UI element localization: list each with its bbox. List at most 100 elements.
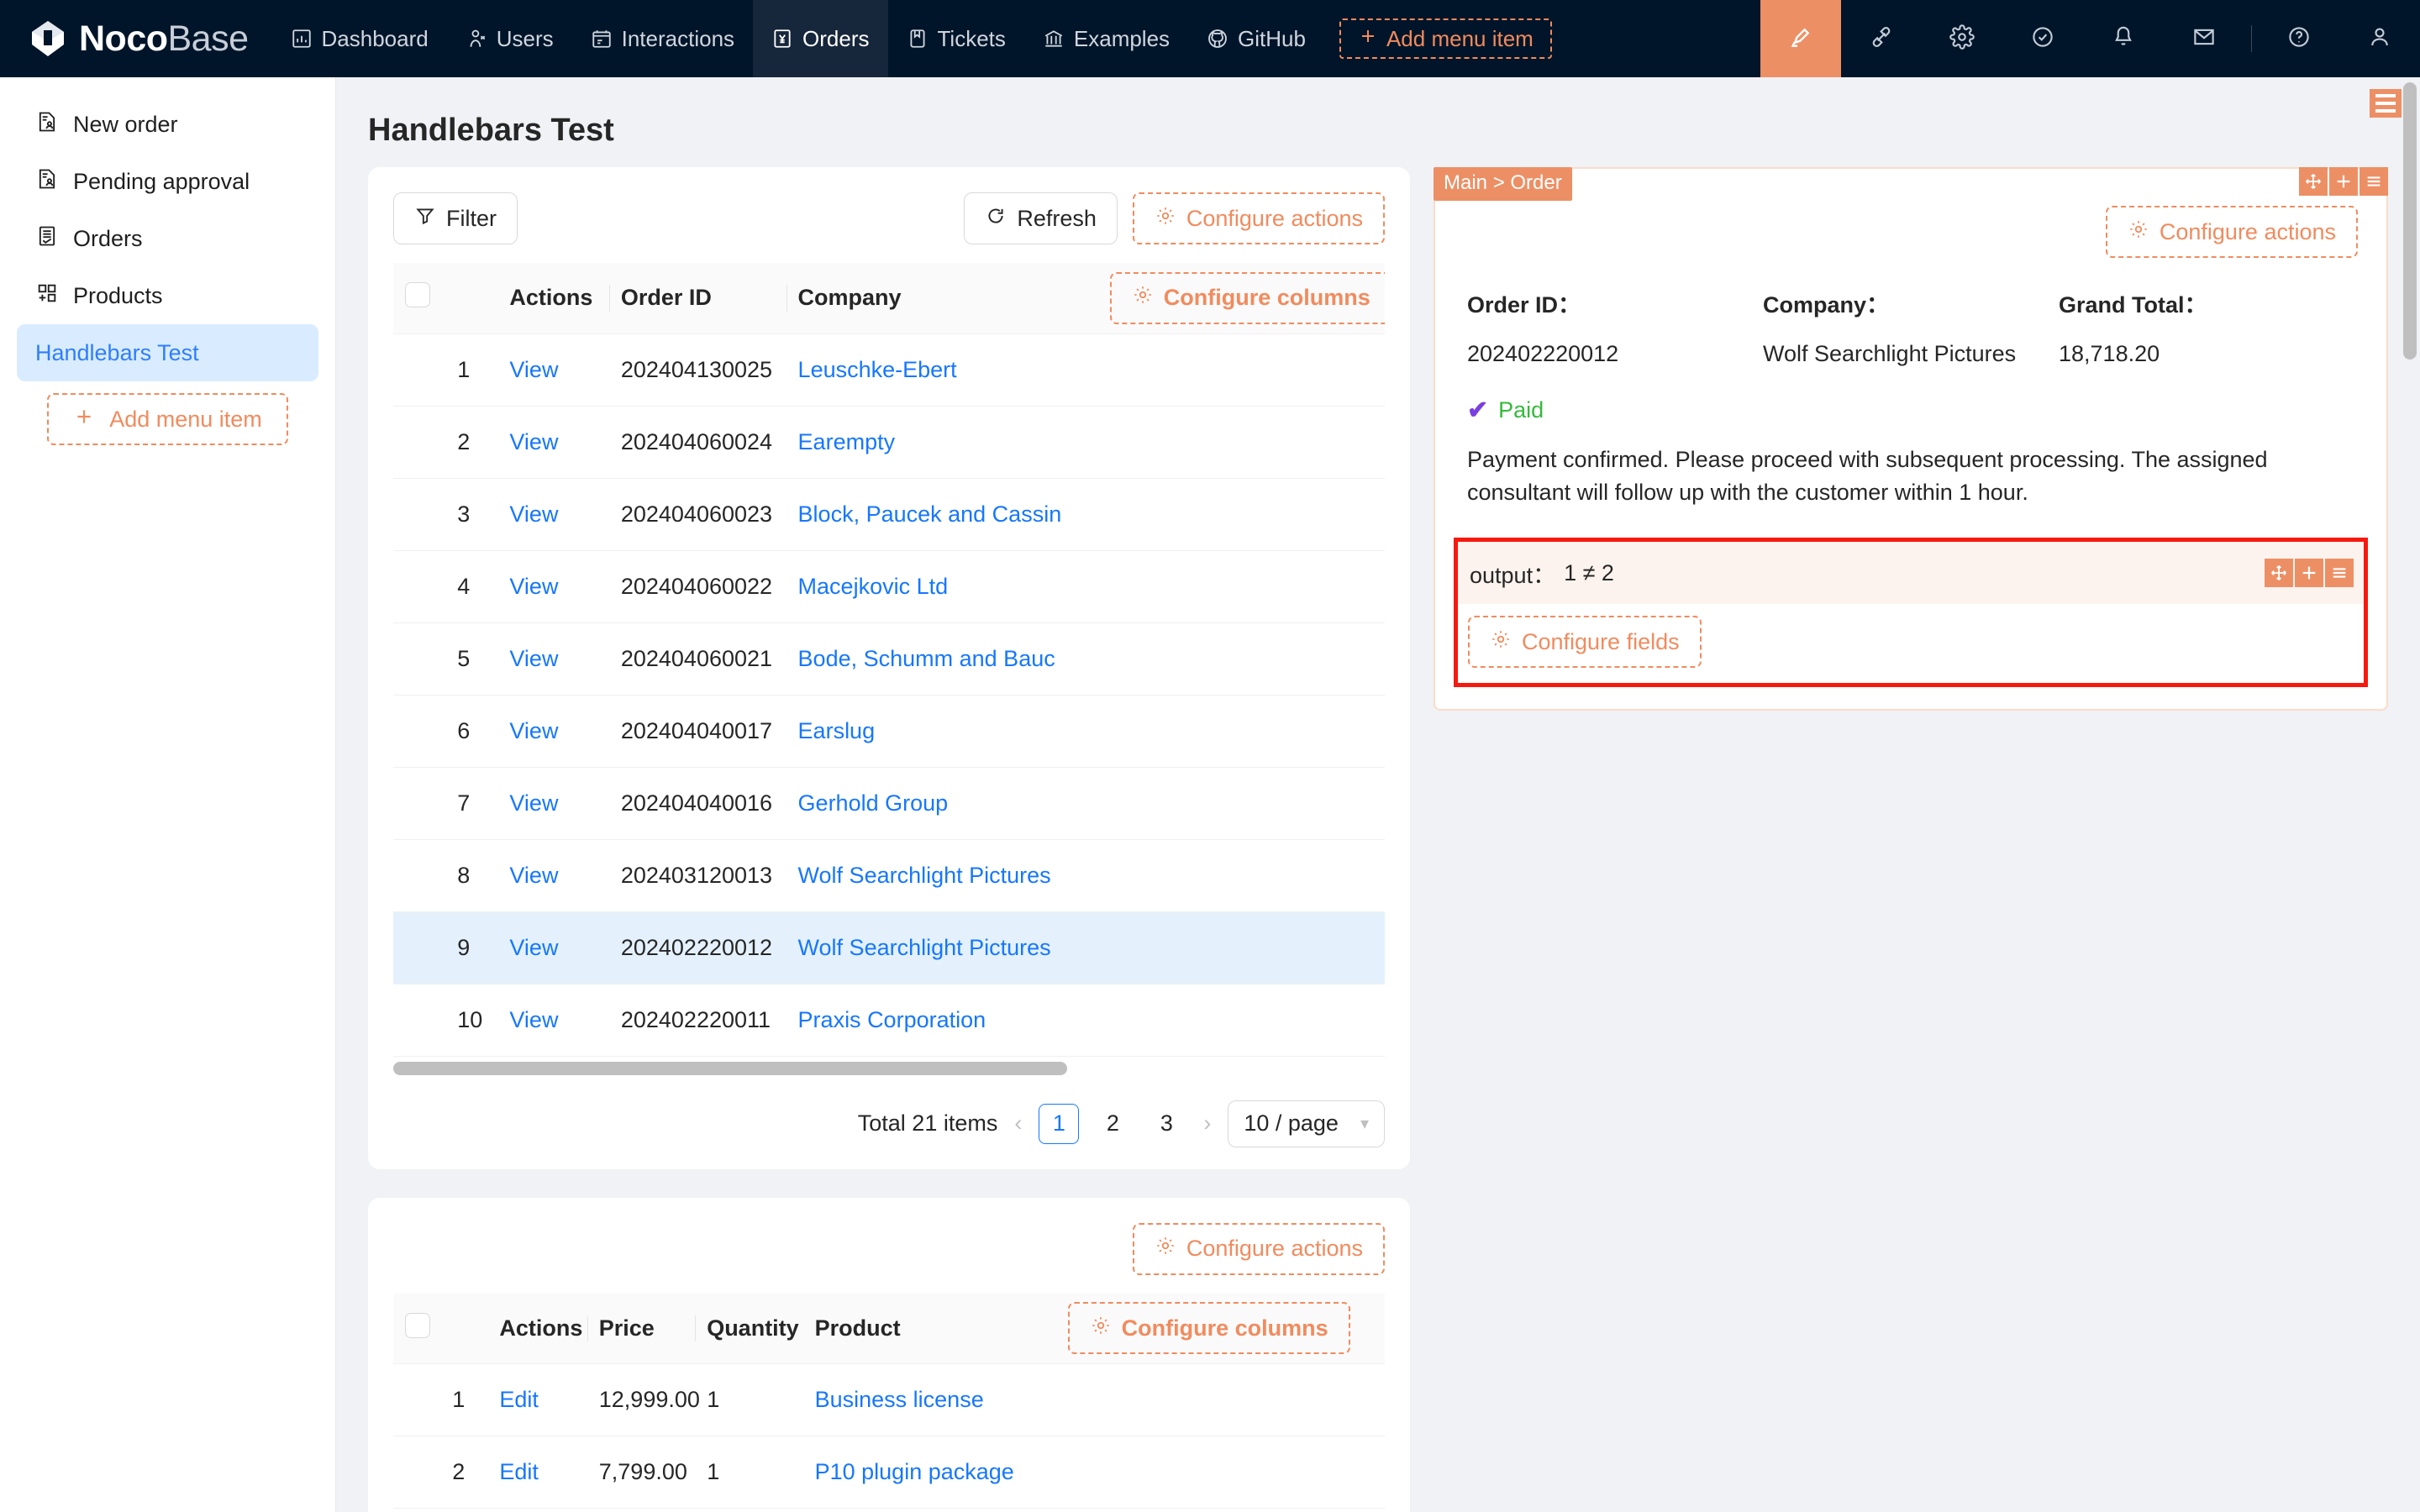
configure-actions-button-orders[interactable]: Configure actions bbox=[1133, 192, 1385, 244]
page-designer-menu-button[interactable] bbox=[2370, 89, 2402, 118]
nav-item-tickets[interactable]: Tickets bbox=[888, 0, 1024, 77]
page-size-select-orders[interactable]: 10 / page ▾ bbox=[1228, 1100, 1385, 1147]
row-action-view[interactable]: View bbox=[497, 695, 608, 767]
row-action-view[interactable]: View bbox=[497, 767, 608, 839]
configure-fields-button[interactable]: Configure fields bbox=[1468, 616, 1702, 668]
sidebar-item-pending-approval[interactable]: Pending approval bbox=[17, 153, 318, 210]
sidebar-item-handlebars-test[interactable]: Handlebars Test bbox=[17, 324, 318, 381]
row-action-view[interactable]: View bbox=[497, 550, 608, 622]
table-row[interactable]: 10 View 202402220011 Praxis Corporation bbox=[393, 984, 1385, 1056]
plugin-manager-button[interactable] bbox=[1841, 0, 1922, 77]
github-icon bbox=[1207, 28, 1228, 50]
row-company[interactable]: Earempty bbox=[786, 406, 1098, 478]
table-row[interactable]: 6 View 202404040017 Earslug bbox=[393, 695, 1385, 767]
row-company[interactable]: Bode, Schumm and Bauc bbox=[786, 622, 1098, 695]
page-button-1[interactable]: 1 bbox=[1039, 1104, 1079, 1144]
row-company[interactable]: Block, Paucek and Cassin bbox=[786, 478, 1098, 550]
page-button-2[interactable]: 2 bbox=[1092, 1104, 1133, 1144]
nav-item-orders[interactable]: Orders bbox=[753, 0, 887, 77]
row-order-id: 202404060022 bbox=[609, 550, 786, 622]
sidebar-add-menu-item-button[interactable]: Add menu item bbox=[47, 393, 288, 445]
row-index: 10 bbox=[445, 984, 497, 1056]
row-action-view[interactable]: View bbox=[497, 478, 608, 550]
highlighter-icon bbox=[1787, 24, 1814, 55]
products-toolbar: Configure actions bbox=[393, 1221, 1385, 1277]
user-avatar-button[interactable] bbox=[2339, 0, 2420, 77]
messages-button[interactable] bbox=[2164, 0, 2244, 77]
refresh-button[interactable]: Refresh bbox=[964, 192, 1118, 244]
notifications-button[interactable] bbox=[2083, 0, 2164, 77]
select-all-checkbox[interactable] bbox=[405, 282, 430, 307]
sidebar-add-menu-item-label: Add menu item bbox=[109, 407, 262, 433]
add-field-plus-icon[interactable] bbox=[2295, 559, 2323, 587]
row-order-id: 202404060024 bbox=[609, 406, 786, 478]
detail-field-value[interactable]: Wolf Searchlight Pictures bbox=[1763, 341, 2059, 367]
configure-columns-button-orders[interactable]: Configure columns bbox=[1110, 272, 1385, 324]
table-row[interactable]: 3 View 202404060023 Block, Paucek and Ca… bbox=[393, 478, 1385, 550]
table-row[interactable]: 2 View 202404060024 Earempty bbox=[393, 406, 1385, 478]
row-company[interactable]: Earslug bbox=[786, 695, 1098, 767]
row-product[interactable]: Business license bbox=[803, 1364, 1056, 1436]
nav-item-dashboard[interactable]: Dashboard bbox=[272, 0, 447, 77]
row-product[interactable]: P10 plugin package bbox=[803, 1436, 1056, 1509]
table-row[interactable]: 2 Edit 7,799.00 1 P10 plugin package bbox=[393, 1436, 1385, 1509]
row-company[interactable]: Wolf Searchlight Pictures bbox=[786, 839, 1098, 911]
tasks-button[interactable] bbox=[2002, 0, 2083, 77]
configure-actions-label: Configure actions bbox=[2160, 219, 2336, 245]
settings-button[interactable] bbox=[1922, 0, 2002, 77]
select-all-checkbox[interactable] bbox=[405, 1313, 430, 1338]
table-row[interactable]: 9 View 202402220012 Wolf Searchlight Pic… bbox=[393, 911, 1385, 984]
products-table-block: Configure actions bbox=[368, 1198, 1410, 1512]
drag-move-icon[interactable] bbox=[2299, 167, 2328, 196]
brand-bold: Noco bbox=[79, 18, 168, 59]
block-settings-hamburger-icon[interactable] bbox=[2360, 167, 2388, 196]
row-action-view[interactable]: View bbox=[497, 911, 608, 984]
row-action-view[interactable]: View bbox=[497, 333, 608, 406]
row-action-edit[interactable]: Edit bbox=[487, 1364, 587, 1436]
page-scrollbar[interactable] bbox=[2403, 82, 2417, 360]
table-row[interactable]: 8 View 202403120013 Wolf Searchlight Pic… bbox=[393, 839, 1385, 911]
field-settings-hamburger-icon[interactable] bbox=[2325, 559, 2354, 587]
configure-columns-label: Configure columns bbox=[1164, 285, 1370, 311]
drag-move-icon[interactable] bbox=[2265, 559, 2293, 587]
table-row[interactable]: 4 View 202404060022 Macejkovic Ltd bbox=[393, 550, 1385, 622]
row-action-view[interactable]: View bbox=[497, 406, 608, 478]
row-index: 4 bbox=[445, 550, 497, 622]
table-row[interactable]: 5 View 202404060021 Bode, Schumm and Bau… bbox=[393, 622, 1385, 695]
table-row[interactable]: 7 View 202404040016 Gerhold Group bbox=[393, 767, 1385, 839]
page-button-3[interactable]: 3 bbox=[1146, 1104, 1186, 1144]
row-action-view[interactable]: View bbox=[497, 622, 608, 695]
row-action-view[interactable]: View bbox=[497, 839, 608, 911]
ui-editor-toggle-button[interactable] bbox=[1760, 0, 1841, 77]
table-row[interactable]: 1 View 202404130025 Leuschke-Ebert bbox=[393, 333, 1385, 406]
nav-item-interactions[interactable]: Interactions bbox=[572, 0, 753, 77]
table-row[interactable]: 1 Edit 12,999.00 1 Business license bbox=[393, 1364, 1385, 1436]
help-button[interactable] bbox=[2259, 0, 2339, 77]
add-block-plus-icon[interactable] bbox=[2329, 167, 2358, 196]
row-company[interactable]: Macejkovic Ltd bbox=[786, 550, 1098, 622]
configure-actions-button-detail[interactable]: Configure actions bbox=[2106, 206, 2358, 258]
sidebar-item-orders[interactable]: Orders bbox=[17, 210, 318, 267]
sidebar-item-products[interactable]: Products bbox=[17, 267, 318, 324]
nav-item-github[interactable]: GitHub bbox=[1188, 0, 1324, 77]
row-company[interactable]: Praxis Corporation bbox=[786, 984, 1098, 1056]
row-action-edit[interactable]: Edit bbox=[487, 1436, 587, 1509]
nav-item-users[interactable]: Users bbox=[447, 0, 572, 77]
row-company[interactable]: Leuschke-Ebert bbox=[786, 333, 1098, 406]
top-add-menu-item-button[interactable]: Add menu item bbox=[1339, 18, 1552, 59]
next-page-button[interactable]: › bbox=[1200, 1110, 1214, 1137]
brand-logo-area[interactable]: NocoBase bbox=[0, 0, 272, 77]
row-action-view[interactable]: View bbox=[497, 984, 608, 1056]
filter-button[interactable]: Filter bbox=[393, 192, 518, 244]
configure-columns-button-products[interactable]: Configure columns bbox=[1068, 1302, 1350, 1354]
sidebar-item-new-order[interactable]: New order bbox=[17, 96, 318, 153]
row-extra bbox=[1098, 839, 1385, 911]
nav-item-examples[interactable]: Examples bbox=[1024, 0, 1188, 77]
row-extra bbox=[1056, 1364, 1385, 1436]
row-company[interactable]: Wolf Searchlight Pictures bbox=[786, 911, 1098, 984]
prev-page-button[interactable]: ‹ bbox=[1011, 1110, 1025, 1137]
orders-horizontal-scrollbar[interactable] bbox=[393, 1062, 1067, 1075]
row-company[interactable]: Gerhold Group bbox=[786, 767, 1098, 839]
configure-actions-button-products[interactable]: Configure actions bbox=[1133, 1223, 1385, 1275]
breadcrumb: Main > Order bbox=[1434, 167, 1572, 201]
